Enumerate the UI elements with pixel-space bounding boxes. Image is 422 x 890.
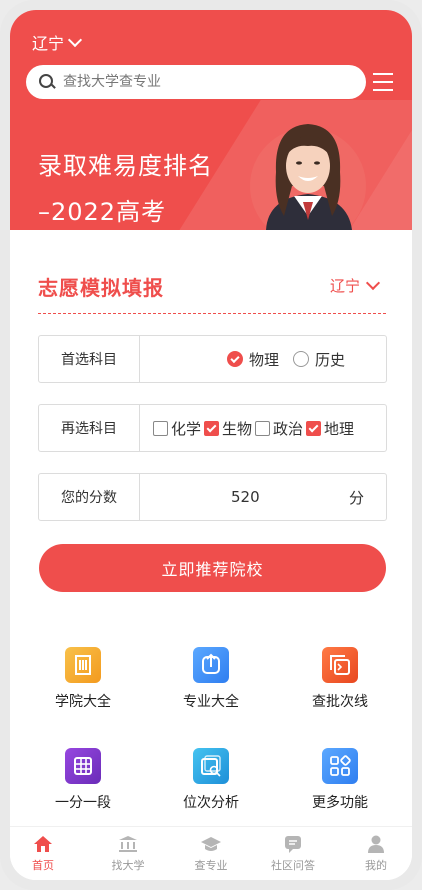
region-selector[interactable]: 辽宁 [32,30,83,54]
checkbox-geography[interactable]: 地理 [306,418,354,439]
feature-rank-analysis[interactable]: 位次分析 [161,748,261,812]
second-subject-options: 化学 生物 政治 地理 [140,405,386,451]
home-icon [33,835,53,853]
feature-label: 更多功能 [312,795,368,811]
tab-label: 社区问答 [271,859,315,872]
tab-label: 查专业 [194,859,228,872]
radio-label: 物理 [249,350,280,369]
tab-find-university[interactable]: 找大学 [98,835,158,873]
form-region-selector[interactable]: 辽宁 [329,275,381,296]
form-header: 志愿模拟填报 辽宁 [38,272,386,301]
checkbox-label: 地理 [324,419,355,438]
second-subject-row: 再选科目 化学 生物 政治 地理 [38,404,387,452]
radio-history[interactable]: 历史 [293,349,345,370]
feature-major-list[interactable]: 专业大全 [161,647,261,711]
tab-home[interactable]: 首页 [13,835,73,873]
tab-mine[interactable]: 我的 [346,835,406,873]
form-region-label: 辽宁 [329,277,360,295]
region-label: 辽宁 [32,34,65,53]
tab-label: 我的 [365,859,387,872]
radio-physics[interactable]: 物理 [227,349,279,370]
checkbox-checked-icon [204,420,220,436]
feature-score-segment[interactable]: 一分一段 [33,748,133,812]
feature-label: 一分一段 [55,795,111,811]
second-subject-label: 再选科目 [39,405,140,451]
search-icon [39,74,56,90]
building-icon [65,647,101,683]
bottom-tab-bar: 首页 找大学 查专业 社区问答 我的 [10,826,412,880]
tab-community[interactable]: 社区问答 [263,835,323,873]
device-frame: 辽宁 录取难易度排名 –2022高考 [0,0,422,890]
menu-icon[interactable] [373,73,393,91]
rank-search-icon [193,748,229,784]
feature-college-list[interactable]: 学院大全 [33,647,133,711]
checkbox-unchecked-icon [255,420,271,436]
feature-label: 专业大全 [183,694,239,710]
radio-label: 历史 [315,350,346,369]
banner-subtitle: –2022高考 [38,198,167,226]
app-screen: 辽宁 录取难易度排名 –2022高考 [10,10,412,880]
apps-icon [322,748,358,784]
user-icon [366,835,386,853]
table-icon [65,748,101,784]
checkbox-politics[interactable]: 政治 [255,418,303,439]
graduation-cap-icon [201,835,221,853]
checkbox-chemistry[interactable]: 化学 [153,418,201,439]
feature-batch-line[interactable]: 查批次线 [290,647,390,711]
first-subject-row: 首选科目 物理 历史 [38,335,387,383]
first-subject-options: 物理 历史 [140,336,386,382]
tab-find-major[interactable]: 查专业 [181,835,241,873]
score-value[interactable]: 520 [231,488,260,506]
checkbox-label: 政治 [273,419,304,438]
score-input-area[interactable]: 520 分 [140,474,386,520]
dashed-divider [38,313,386,314]
checkbox-label: 生物 [222,419,253,438]
search-input[interactable] [61,73,345,91]
first-subject-label: 首选科目 [39,336,140,382]
feature-label: 查批次线 [312,694,368,710]
checkbox-biology[interactable]: 生物 [204,418,252,439]
score-label: 您的分数 [39,474,140,520]
university-icon [118,835,138,853]
terminal-icon [322,647,358,683]
checkbox-label: 化学 [171,419,202,438]
tab-label: 找大学 [111,859,145,872]
chat-icon [283,835,303,853]
score-unit: 分 [348,488,364,507]
chevron-down-icon [365,275,381,291]
recommend-schools-button[interactable]: 立即推荐院校 [39,544,386,592]
banner-title: 录取难易度排名 [38,152,213,180]
upload-icon [193,647,229,683]
tab-label: 首页 [32,859,54,872]
search-bar[interactable] [26,65,366,99]
checkbox-checked-icon [306,420,322,436]
score-row: 您的分数 520 分 [38,473,387,521]
radio-unchecked-icon [293,351,310,367]
chevron-down-icon [67,32,83,47]
feature-label: 学院大全 [55,694,111,710]
checkbox-unchecked-icon [153,420,168,436]
feature-label: 位次分析 [183,795,239,811]
hero-banner[interactable]: 辽宁 录取难易度排名 –2022高考 [10,10,412,230]
banner-student-photo [250,124,366,230]
feature-more[interactable]: 更多功能 [290,748,390,812]
radio-checked-icon [227,351,243,367]
